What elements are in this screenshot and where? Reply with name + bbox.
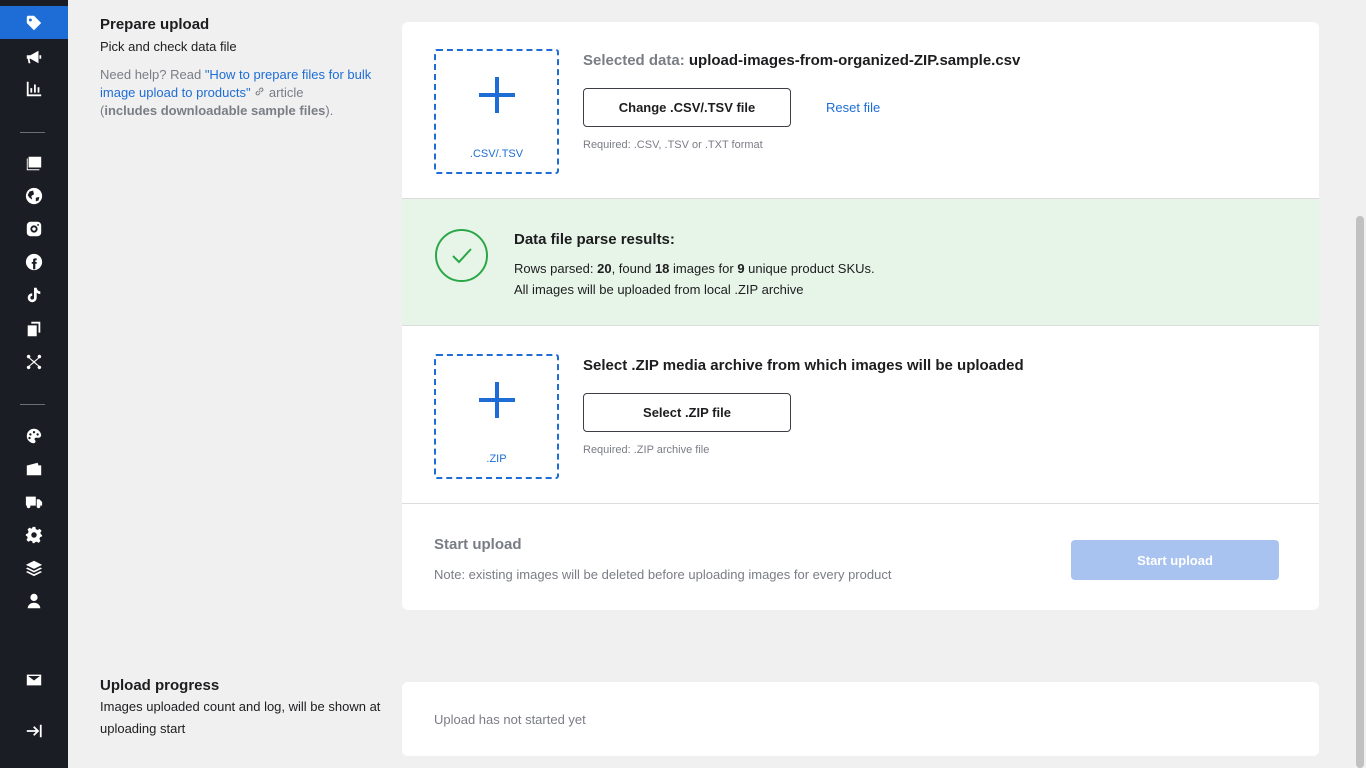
selected-data: Selected data: upload-images-from-organi… xyxy=(583,52,1020,69)
parse-results-title: Data file parse results: xyxy=(514,231,675,248)
zip-title: Select .ZIP media archive from which ima… xyxy=(583,357,1024,374)
external-link-icon xyxy=(255,87,264,96)
megaphone-icon xyxy=(26,50,42,63)
instagram-icon xyxy=(26,221,42,236)
integrations-icon xyxy=(26,354,42,369)
wallet-icon xyxy=(26,462,42,475)
sidebar-item-messages[interactable] xyxy=(0,663,68,696)
sidebar-item-apps[interactable] xyxy=(0,551,68,584)
sidebar-item-website[interactable] xyxy=(0,179,68,212)
progress-title: Upload progress xyxy=(100,677,220,694)
start-upload-title: Start upload xyxy=(434,536,522,553)
devices-icon xyxy=(27,321,41,336)
sidebar-item-marketing[interactable] xyxy=(0,40,68,73)
help-bold-note: includes downloadable sample files xyxy=(104,103,326,118)
parse-results-source: All images will be uploaded from local .… xyxy=(514,282,804,297)
globe-icon xyxy=(25,187,43,204)
zip-dropzone[interactable]: .ZIP xyxy=(434,354,559,479)
images-label: images for xyxy=(669,261,738,276)
csv-dropzone[interactable]: .CSV/.TSV xyxy=(434,49,559,174)
sidebar-item-tiktok[interactable] xyxy=(0,278,68,311)
zip-dropzone-label: .ZIP xyxy=(486,453,507,465)
csv-dropzone-label: .CSV/.TSV xyxy=(469,148,524,160)
start-upload-note: Note: existing images will be deleted be… xyxy=(434,567,892,582)
selected-data-label: Selected data: xyxy=(583,52,685,69)
found-label: , found xyxy=(611,261,655,276)
sidebar-item-settings[interactable] xyxy=(0,518,68,551)
help-prefix: Need help? Read xyxy=(100,67,205,82)
sidebar-collapse-button[interactable] xyxy=(0,714,68,747)
sidebar-separator xyxy=(20,132,45,133)
palette-icon xyxy=(26,428,42,443)
sidebar-item-design[interactable] xyxy=(0,419,68,452)
truck-icon xyxy=(25,496,43,508)
sidebar-item-facebook[interactable] xyxy=(0,245,68,278)
layers-icon xyxy=(25,560,43,576)
progress-card: Upload has not started yet xyxy=(402,682,1319,756)
page-scrollbar[interactable] xyxy=(1354,0,1366,768)
prepare-title: Prepare upload xyxy=(100,16,210,33)
images-found-value: 18 xyxy=(654,261,670,276)
sidebar-item-account[interactable] xyxy=(0,584,68,617)
reset-file-link[interactable]: Reset file xyxy=(826,100,880,115)
select-zip-button[interactable]: Select .ZIP file xyxy=(583,393,791,432)
zip-row: .ZIP Select .ZIP media archive from whic… xyxy=(402,326,1319,504)
start-upload-row: Start upload Note: existing images will … xyxy=(402,504,1319,610)
prepare-section-info: Prepare upload Pick and check data file … xyxy=(100,16,390,120)
tag-icon xyxy=(26,15,42,30)
upload-card: .CSV/.TSV Selected data: upload-images-f… xyxy=(402,22,1319,610)
facebook-icon xyxy=(25,253,43,270)
catalog-icon xyxy=(26,156,42,170)
start-upload-button[interactable]: Start upload xyxy=(1071,540,1279,580)
sidebar-item-payment[interactable] xyxy=(0,452,68,485)
sidebar-item-multichannel[interactable] xyxy=(0,312,68,345)
mail-icon xyxy=(26,674,42,685)
sidebar-item-integrations[interactable] xyxy=(0,345,68,378)
parse-results-row: Data file parse results: Rows parsed: 20… xyxy=(402,199,1319,326)
plus-icon xyxy=(477,75,517,115)
progress-status: Upload has not started yet xyxy=(434,712,586,727)
selected-file-name: upload-images-from-organized-ZIP.sample.… xyxy=(688,52,1021,69)
sidebar-item-reports[interactable] xyxy=(0,72,68,105)
csv-required-hint: Required: .CSV, .TSV or .TXT format xyxy=(583,139,763,151)
scrollbar-thumb[interactable] xyxy=(1356,216,1364,768)
rows-label: Rows parsed: xyxy=(514,261,598,276)
zip-required-hint: Required: .ZIP archive file xyxy=(583,444,710,456)
tiktok-icon xyxy=(27,287,41,302)
change-csv-button[interactable]: Change .CSV/.TSV file xyxy=(583,88,791,127)
chart-icon xyxy=(26,81,42,96)
sidebar-item-instagram[interactable] xyxy=(0,212,68,245)
parse-results-summary: Rows parsed: 20, found 18 images for 9 u… xyxy=(514,261,875,276)
skus-label: unique product SKUs. xyxy=(744,261,875,276)
success-check-icon xyxy=(435,229,488,282)
help-after: article xyxy=(265,85,304,100)
data-file-row: .CSV/.TSV Selected data: upload-images-f… xyxy=(402,22,1319,199)
help-paren-close: ). xyxy=(325,103,334,118)
user-icon xyxy=(27,593,41,608)
help-text: Need help? Read "How to prepare files fo… xyxy=(100,66,390,120)
collapse-icon xyxy=(26,724,42,737)
prepare-subtitle: Pick and check data file xyxy=(100,39,237,54)
skus-value: 9 xyxy=(737,261,745,276)
sidebar-item-catalog-products[interactable] xyxy=(0,6,68,39)
plus-icon xyxy=(477,380,517,420)
progress-subtitle: Images uploaded count and log, will be s… xyxy=(100,699,381,736)
rows-parsed-value: 20 xyxy=(597,261,612,276)
sidebar-separator xyxy=(20,404,45,405)
sidebar xyxy=(0,0,68,768)
sidebar-item-catalog[interactable] xyxy=(0,146,68,179)
gear-icon xyxy=(25,526,43,543)
progress-section-info: Upload progress Images uploaded count an… xyxy=(100,677,390,740)
sidebar-item-shipping[interactable] xyxy=(0,485,68,518)
